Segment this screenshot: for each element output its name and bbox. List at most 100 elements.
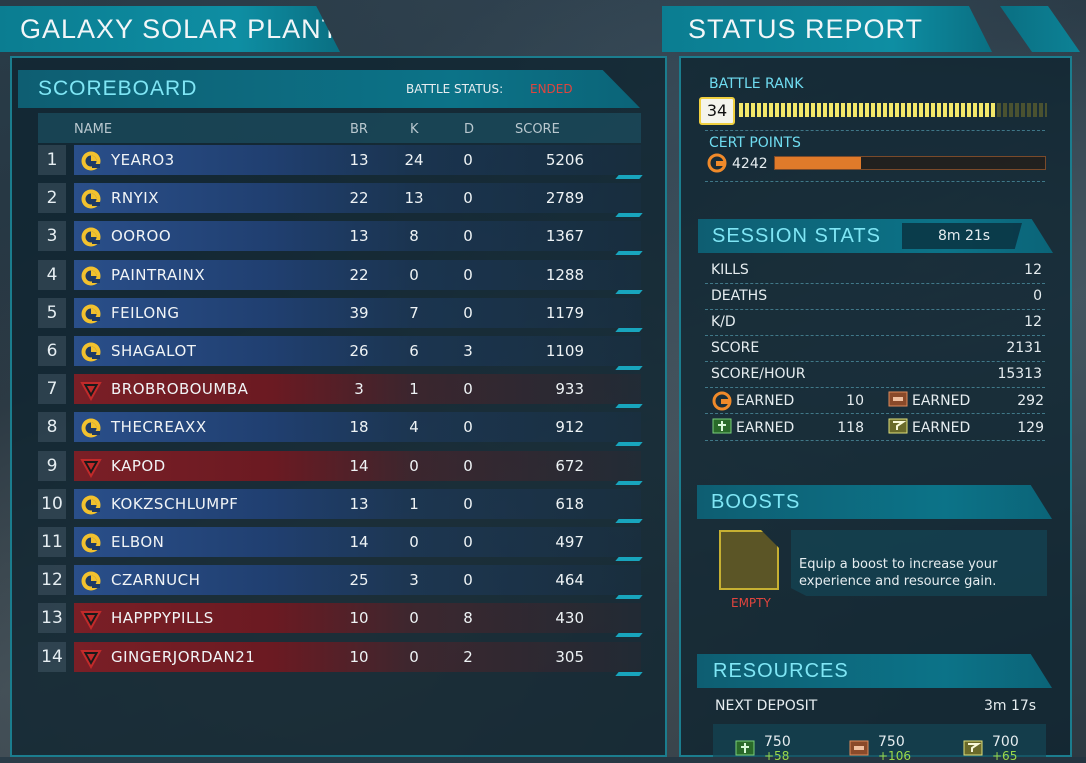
row-d: 0 (463, 227, 473, 246)
earned-value: 292 (1017, 393, 1044, 409)
player-name: SHAGALOT (111, 342, 197, 360)
divider (705, 309, 1045, 310)
infantry-resource-icon (735, 740, 755, 756)
row-score: 618 (555, 494, 584, 513)
row-accent (615, 213, 643, 218)
row-br: 26 (349, 342, 369, 360)
infantry-resource-icon (712, 418, 732, 438)
col-k: K (410, 122, 419, 137)
row-accent (615, 366, 643, 370)
deposit-bonus: +65 (992, 749, 1018, 763)
row-k: 0 (409, 609, 419, 628)
row-d: 3 (463, 342, 473, 360)
battle-rank-label: BATTLE RANK (709, 76, 804, 92)
stat-label: K/D (711, 314, 736, 330)
player-name: ELBON (111, 533, 165, 551)
row-d: 0 (463, 189, 473, 208)
row-accent (615, 442, 643, 447)
stat-value: 15313 (997, 366, 1042, 382)
stat-value: 12 (1024, 262, 1042, 278)
row-accent (615, 671, 643, 676)
scoreboard-title: SCOREBOARD (38, 77, 198, 100)
row-br: 3 (354, 380, 364, 399)
table-row[interactable]: 6 SHAGALOT 26 6 3 1109 (38, 336, 643, 370)
player-name: GINGERJORDAN21 (111, 647, 256, 666)
new-conglomerate-faction-icon (80, 188, 101, 209)
table-row[interactable]: 12 CZARNUCH 25 3 0 464 (38, 565, 643, 600)
battle-rank-bar-track (739, 103, 1047, 117)
map-title-banner: GALAXY SOLAR PLANT (0, 6, 340, 52)
row-d: 0 (463, 533, 473, 551)
row-br: 22 (349, 265, 369, 284)
table-row[interactable]: 4 PAINTRAINX 22 0 0 1288 (38, 259, 643, 294)
row-k: 13 (404, 189, 424, 208)
row-d: 2 (463, 647, 473, 666)
row-br: 14 (349, 456, 369, 475)
table-row[interactable]: 7 BROBROBOUMBA 3 1 0 933 (38, 374, 643, 409)
mechanized-resource-icon (888, 391, 908, 411)
new-conglomerate-faction-icon (80, 532, 101, 553)
row-accent (615, 175, 643, 179)
deposit-bonus: +58 (764, 749, 790, 763)
row-br: 10 (349, 609, 369, 628)
table-row[interactable]: 10 KOKZSCHLUMPF 13 1 0 618 (38, 488, 643, 523)
stat-label: KILLS (711, 262, 749, 278)
earned-label: EARNED (912, 393, 971, 409)
table-row[interactable]: 1 YEARO3 13 24 0 5206 (38, 145, 643, 179)
row-accent (615, 327, 643, 332)
player-name: CZARNUCH (111, 571, 201, 590)
row-k: 4 (409, 418, 419, 437)
battle-rank-badge: 34 (699, 97, 735, 125)
player-name: YEARO3 (111, 151, 175, 169)
player-name: RNYIX (111, 189, 160, 208)
row-k: 8 (409, 227, 419, 246)
new-conglomerate-faction-icon (80, 265, 101, 286)
map-title: GALAXY SOLAR PLANT (20, 14, 340, 44)
table-row[interactable]: 11 ELBON 14 0 0 497 (38, 527, 643, 561)
battle-status-label: BATTLE STATUS: (406, 82, 504, 96)
status-report-banner: STATUS REPORT (662, 6, 992, 52)
row-br: 13 (349, 494, 369, 513)
scoreboard-column-header: NAME BR K D SCORE (38, 113, 641, 143)
cert-icon (707, 153, 727, 173)
earned-label: EARNED (736, 393, 795, 409)
row-rank: 4 (38, 259, 66, 290)
row-accent (615, 633, 643, 638)
table-row[interactable]: 13 HAPPPYPILLS 10 0 8 430 (38, 603, 643, 638)
table-row[interactable]: 9 KAPOD 14 0 0 672 (38, 450, 643, 485)
next-deposit-time: 3m 17s (984, 698, 1037, 714)
new-conglomerate-faction-icon (80, 494, 101, 515)
session-stats-bar: SESSION STATS 8m 21s (698, 219, 1053, 253)
new-conglomerate-faction-icon (80, 570, 101, 591)
row-score: 672 (555, 456, 584, 475)
row-rank: 1 (38, 145, 66, 175)
divider (705, 181, 1045, 182)
terran-republic-faction-icon (80, 647, 102, 669)
player-name: OOROO (111, 227, 172, 246)
row-d: 0 (463, 456, 473, 475)
stat-value: 0 (1033, 288, 1042, 304)
row-br: 18 (349, 418, 369, 437)
row-k: 6 (409, 342, 419, 360)
divider (705, 130, 1045, 131)
table-row[interactable]: 14 GINGERJORDAN21 10 0 2 305 (38, 641, 643, 676)
row-rank: 2 (38, 183, 66, 214)
row-k: 3 (409, 571, 419, 590)
deposit-value: 700 (992, 734, 1019, 750)
row-rank: 13 (38, 603, 66, 634)
cert-points-label: CERT POINTS (709, 135, 801, 151)
table-row[interactable]: 5 FEILONG 39 7 0 1179 (38, 297, 643, 332)
boost-slot[interactable] (719, 530, 779, 590)
earned-value: 129 (1017, 420, 1044, 436)
boost-info-text: Equip a boost to increase your experienc… (799, 557, 998, 589)
player-name: THECREAXX (111, 418, 207, 437)
terran-republic-faction-icon (80, 456, 102, 478)
boosts-title: BOOSTS (711, 491, 801, 513)
cert-bar-track (774, 156, 1046, 170)
row-score: 430 (555, 609, 584, 628)
table-row[interactable]: 2 RNYIX 22 13 0 2789 (38, 183, 643, 218)
table-row[interactable]: 3 OOROO 13 8 0 1367 (38, 221, 643, 256)
table-row[interactable]: 8 THECREAXX 18 4 0 912 (38, 412, 643, 447)
row-d: 0 (463, 151, 473, 169)
earned-value: 10 (846, 393, 864, 409)
